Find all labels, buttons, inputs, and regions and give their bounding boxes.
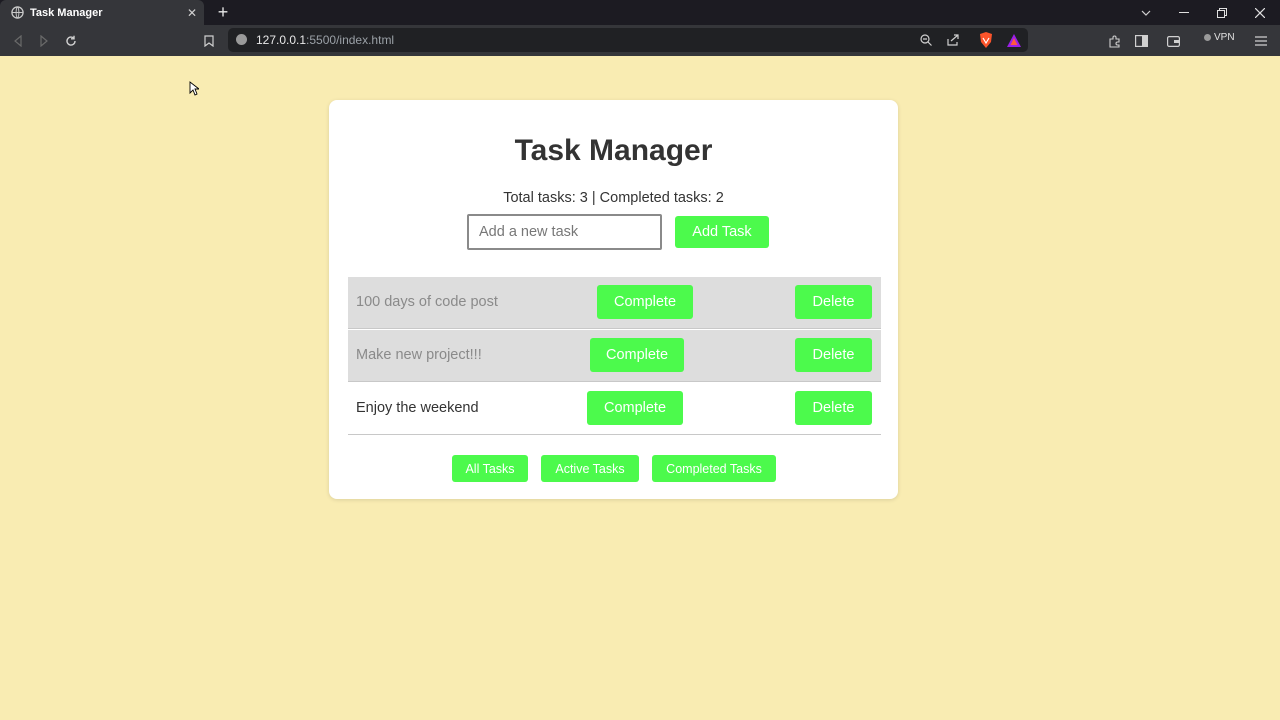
filter-completed-tasks-button[interactable]: Completed Tasks xyxy=(652,455,776,482)
globe-icon xyxy=(10,6,24,20)
task-text: 100 days of code post xyxy=(356,294,498,310)
reload-icon[interactable] xyxy=(61,31,81,51)
task-text: Make new project!!! xyxy=(356,347,482,363)
delete-button[interactable]: Delete xyxy=(795,391,872,425)
new-tab-icon[interactable]: + xyxy=(213,2,233,22)
vpn-button[interactable]: VPN xyxy=(1204,32,1235,43)
brave-rewards-icon[interactable] xyxy=(1004,30,1024,50)
url-text: 127.0.0.1:5500/index.html xyxy=(256,33,395,47)
vpn-label: VPN xyxy=(1214,32,1235,43)
extensions-icon[interactable] xyxy=(1104,31,1124,51)
task-row: 100 days of code post Complete Delete xyxy=(348,277,881,329)
close-window-icon[interactable] xyxy=(1241,0,1279,25)
tab-title: Task Manager xyxy=(30,6,103,19)
task-manager-card: Task Manager Total tasks: 3 | Completed … xyxy=(329,100,898,499)
close-tab-icon[interactable]: ✕ xyxy=(182,6,202,20)
delete-button[interactable]: Delete xyxy=(795,338,872,372)
site-info-icon[interactable] xyxy=(236,34,247,45)
sidebar-icon[interactable] xyxy=(1131,31,1151,51)
task-row: Make new project!!! Complete Delete xyxy=(348,330,881,382)
back-icon[interactable] xyxy=(8,31,28,51)
task-row: Enjoy the weekend Complete Delete xyxy=(348,383,881,435)
minimize-icon[interactable] xyxy=(1165,0,1203,25)
bookmark-icon[interactable] xyxy=(199,31,219,51)
complete-button[interactable]: Complete xyxy=(587,391,683,425)
filter-active-tasks-button[interactable]: Active Tasks xyxy=(541,455,639,482)
browser-toolbar: 127.0.0.1:5500/index.html VPN xyxy=(0,25,1280,56)
task-stats: Total tasks: 3 | Completed tasks: 2 xyxy=(503,190,724,206)
tab-search-chevron-icon[interactable] xyxy=(1127,0,1165,25)
zoom-icon[interactable] xyxy=(916,30,936,50)
filter-all-tasks-button[interactable]: All Tasks xyxy=(452,455,528,482)
page-title: Task Manager xyxy=(514,134,713,167)
address-bar[interactable]: 127.0.0.1:5500/index.html xyxy=(228,28,1028,52)
share-icon[interactable] xyxy=(943,30,963,50)
brave-shield-icon[interactable] xyxy=(976,30,996,50)
complete-button[interactable]: Complete xyxy=(597,285,693,319)
add-task-button[interactable]: Add Task xyxy=(675,216,769,248)
new-task-input[interactable] xyxy=(467,214,662,250)
delete-button[interactable]: Delete xyxy=(795,285,872,319)
complete-button[interactable]: Complete xyxy=(590,338,684,372)
task-text: Enjoy the weekend xyxy=(356,400,479,416)
menu-icon[interactable] xyxy=(1251,31,1271,51)
forward-icon[interactable] xyxy=(34,31,54,51)
mouse-cursor-icon xyxy=(189,81,201,101)
browser-tab-strip: Task Manager ✕ + xyxy=(0,0,1280,25)
restore-icon[interactable] xyxy=(1203,0,1241,25)
browser-tab[interactable]: Task Manager ✕ xyxy=(0,0,204,25)
vpn-status-icon xyxy=(1204,34,1211,41)
wallet-icon[interactable] xyxy=(1163,31,1183,51)
